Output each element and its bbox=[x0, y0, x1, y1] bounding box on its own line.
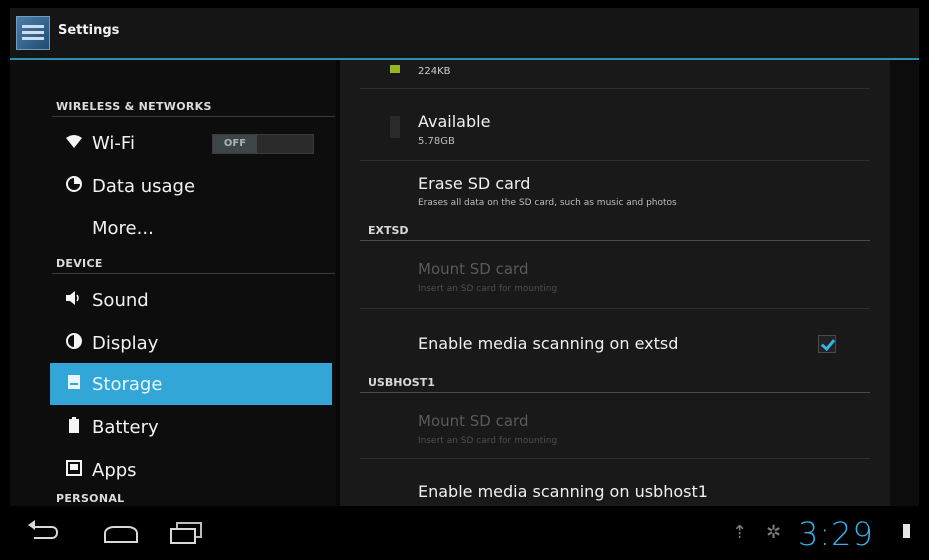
sidebar-item-label: Data usage bbox=[92, 176, 196, 197]
section-header-extsd: EXTSD bbox=[368, 224, 409, 237]
available-title: Available bbox=[418, 112, 491, 131]
scan-extsd-title: Enable media scanning on extsd bbox=[418, 334, 679, 353]
mount-usbhost1-row: Mount SD card Insert an SD card for moun… bbox=[360, 394, 870, 452]
section-divider bbox=[360, 392, 870, 393]
sidebar-item-label: Wi-Fi bbox=[92, 133, 135, 154]
mount-usbhost1-summary: Insert an SD card for mounting bbox=[418, 436, 558, 446]
sidebar-item-label: Apps bbox=[92, 460, 137, 481]
scan-usbhost1-row[interactable]: Enable media scanning on usbhost1 bbox=[360, 460, 870, 506]
battery-status-icon bbox=[903, 524, 910, 538]
recent-apps-icon[interactable] bbox=[170, 520, 202, 544]
clock: 3:29 bbox=[798, 515, 874, 553]
storage-legend-swatch bbox=[390, 65, 400, 73]
sidebar-item-label: Battery bbox=[92, 417, 159, 438]
action-bar: Settings bbox=[10, 8, 919, 60]
section-divider bbox=[52, 273, 335, 274]
apps-icon bbox=[64, 460, 84, 480]
sidebar-item-label: Display bbox=[92, 333, 159, 354]
speaker-icon bbox=[64, 290, 84, 310]
sidebar-item-more[interactable]: More... bbox=[50, 207, 332, 249]
row-divider bbox=[360, 458, 870, 459]
partial-value: 224KB bbox=[418, 66, 451, 77]
section-header-device: DEVICE bbox=[56, 257, 103, 270]
settings-app-icon[interactable] bbox=[16, 16, 50, 50]
back-icon[interactable] bbox=[28, 520, 58, 539]
sidebar-item-display[interactable]: Display bbox=[50, 322, 332, 364]
mount-extsd-title: Mount SD card bbox=[418, 260, 529, 278]
settings-screen: Settings WIRELESS & NETWORKS Wi-Fi OFF D… bbox=[10, 8, 919, 556]
battery-icon bbox=[64, 417, 84, 437]
usb-icon: ⇡ bbox=[732, 522, 748, 543]
row-divider bbox=[360, 308, 870, 309]
sidebar-item-storage[interactable]: Storage bbox=[50, 363, 332, 405]
right-edge bbox=[890, 60, 919, 506]
section-divider bbox=[52, 116, 335, 117]
sidebar-item-label: More... bbox=[92, 218, 154, 239]
row-divider bbox=[360, 88, 870, 89]
erase-sd-title: Erase SD card bbox=[418, 174, 531, 193]
system-bar: ⇡ ✲ 3:29 bbox=[10, 506, 919, 556]
mount-extsd-summary: Insert an SD card for mounting bbox=[418, 284, 558, 294]
mount-extsd-row: Mount SD card Insert an SD card for moun… bbox=[360, 242, 870, 300]
app-title: Settings bbox=[58, 23, 120, 38]
settings-sidebar: WIRELESS & NETWORKS Wi-Fi OFF Data usage… bbox=[10, 60, 340, 506]
erase-sd-row[interactable]: Erase SD card Erases all data on the SD … bbox=[360, 162, 870, 220]
sidebar-item-label: Sound bbox=[92, 290, 149, 311]
erase-sd-summary: Erases all data on the SD card, such as … bbox=[418, 198, 677, 208]
data-usage-icon bbox=[64, 176, 84, 196]
sidebar-item-battery[interactable]: Battery bbox=[50, 406, 332, 448]
sidebar-item-wifi[interactable]: Wi-Fi OFF bbox=[50, 122, 332, 164]
section-divider bbox=[360, 240, 870, 241]
section-header-personal: PERSONAL bbox=[56, 492, 125, 505]
sidebar-item-sound[interactable]: Sound bbox=[50, 279, 332, 321]
sidebar-item-data-usage[interactable]: Data usage bbox=[50, 165, 332, 207]
row-divider bbox=[360, 160, 870, 161]
wifi-toggle[interactable]: OFF bbox=[212, 134, 314, 154]
available-value: 5.78GB bbox=[418, 136, 455, 147]
home-icon[interactable] bbox=[102, 520, 138, 543]
sync-icon: ✲ bbox=[766, 522, 782, 543]
section-header-wireless: WIRELESS & NETWORKS bbox=[56, 100, 212, 113]
scan-extsd-row[interactable]: Enable media scanning on extsd bbox=[360, 310, 870, 368]
mount-usbhost1-title: Mount SD card bbox=[418, 412, 529, 430]
section-header-usbhost1: USBHOST1 bbox=[368, 376, 435, 389]
storage-icon bbox=[64, 374, 84, 394]
available-legend-swatch bbox=[390, 116, 400, 138]
wifi-icon bbox=[64, 133, 84, 153]
scan-usbhost1-title: Enable media scanning on usbhost1 bbox=[418, 482, 708, 501]
display-icon bbox=[64, 333, 84, 353]
sidebar-item-apps[interactable]: Apps bbox=[50, 449, 332, 491]
storage-details: 224KB Available 5.78GB Erase SD card Era… bbox=[340, 60, 890, 506]
wifi-toggle-off: OFF bbox=[213, 135, 257, 153]
sidebar-item-label: Storage bbox=[92, 374, 163, 395]
scan-extsd-checkbox[interactable] bbox=[818, 335, 836, 353]
